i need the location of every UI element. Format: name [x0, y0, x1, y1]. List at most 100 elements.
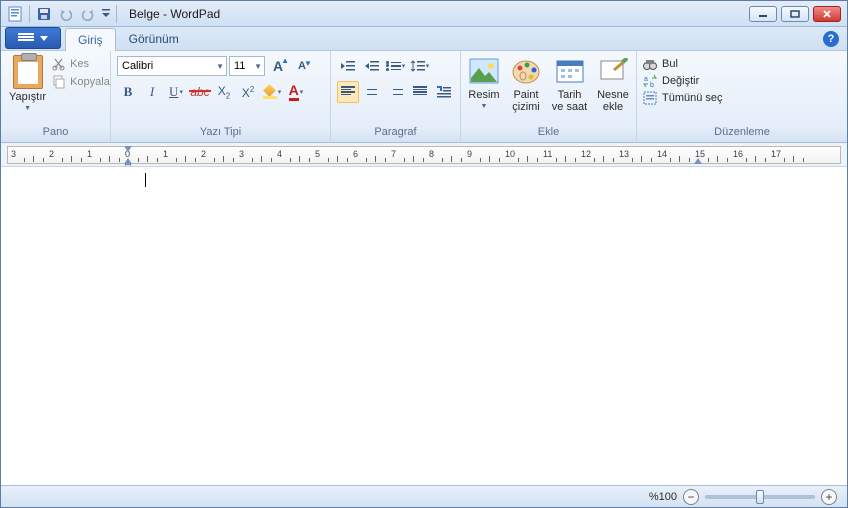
- paste-button[interactable]: Yapıştır ▼: [5, 53, 50, 114]
- undo-icon[interactable]: [56, 4, 76, 24]
- ruler-number: 3: [239, 149, 244, 159]
- insert-datetime-button[interactable]: Tarih ve saat: [549, 53, 590, 115]
- copy-button[interactable]: Kopyala: [52, 75, 110, 89]
- insert-paint-label: Paint çizimi: [509, 89, 543, 113]
- cut-button[interactable]: Kes: [52, 57, 110, 71]
- help-icon[interactable]: ?: [823, 31, 839, 47]
- zoom-slider-thumb[interactable]: [756, 490, 764, 504]
- app-icon[interactable]: [5, 4, 25, 24]
- select-all-button[interactable]: Tümünü seç: [643, 91, 723, 105]
- paragraph-dialog-button[interactable]: [433, 81, 455, 103]
- first-line-indent-marker[interactable]: [124, 146, 132, 152]
- redo-icon[interactable]: [78, 4, 98, 24]
- find-label: Bul: [662, 58, 678, 70]
- copy-icon: [52, 75, 66, 89]
- tab-home[interactable]: Giriş: [65, 28, 116, 51]
- find-button[interactable]: Bul: [643, 57, 723, 71]
- object-icon: [597, 55, 629, 87]
- bullets-button[interactable]: ▾: [385, 55, 407, 77]
- ruler-number: 14: [657, 149, 667, 159]
- replace-button[interactable]: ab Değiştir: [643, 74, 723, 88]
- align-center-button[interactable]: [361, 81, 383, 103]
- insert-picture-button[interactable]: Resim▼: [465, 53, 503, 115]
- underline-button[interactable]: U▾: [165, 81, 187, 103]
- font-color-button[interactable]: A▾: [285, 81, 307, 103]
- palette-icon: [510, 55, 542, 87]
- font-name-combo[interactable]: Calibri▼: [117, 56, 227, 76]
- align-left-button[interactable]: [337, 81, 359, 103]
- highlight-icon: [263, 85, 277, 99]
- statusbar: %100 − +: [1, 485, 847, 507]
- bold-button[interactable]: B: [117, 81, 139, 103]
- ribbon: Yapıştır ▼ Kes Kopyala Pano Calibri▼: [1, 51, 847, 143]
- subscript-button[interactable]: X2: [213, 81, 235, 103]
- ruler[interactable]: 32101234567891011121314151617: [1, 143, 847, 167]
- grow-font-button[interactable]: A▲: [267, 55, 289, 77]
- ruler-number: 2: [201, 149, 206, 159]
- font-group-label: Yazı Tipi: [115, 126, 326, 142]
- insert-datetime-label: Tarih ve saat: [551, 89, 588, 113]
- replace-label: Değiştir: [662, 75, 699, 87]
- group-insert: Resim▼ Paint çizimi Tarih ve saat Nesne …: [461, 51, 637, 142]
- replace-icon: ab: [643, 74, 657, 88]
- svg-text:a: a: [644, 76, 648, 83]
- titlebar: Belge - WordPad: [1, 1, 847, 27]
- zoom-level-label: %100: [649, 491, 677, 503]
- group-font: Calibri▼ 11▼ A▲ A▼ B I U▾ abc X2 X2 ▾ A▾…: [111, 51, 331, 142]
- ruler-number: 3: [11, 149, 16, 159]
- file-menu-button[interactable]: [5, 27, 61, 49]
- ruler-number: 7: [391, 149, 396, 159]
- increase-indent-button[interactable]: [361, 55, 383, 77]
- zoom-out-button[interactable]: −: [683, 489, 699, 505]
- insert-picture-label: Resim: [468, 89, 499, 101]
- ruler-number: 10: [505, 149, 515, 159]
- right-indent-marker[interactable]: [694, 158, 702, 164]
- tab-view[interactable]: Görünüm: [116, 27, 192, 50]
- binoculars-icon: [643, 57, 657, 71]
- editing-group-label: Düzenleme: [641, 126, 843, 142]
- ruler-number: 8: [429, 149, 434, 159]
- document-area[interactable]: [1, 167, 847, 485]
- line-spacing-button[interactable]: ▾: [409, 55, 431, 77]
- insert-object-label: Nesne ekle: [596, 89, 630, 113]
- ruler-number: 6: [353, 149, 358, 159]
- zoom-slider[interactable]: [705, 495, 815, 499]
- scissors-icon: [52, 57, 66, 71]
- window-controls: [749, 6, 847, 22]
- insert-object-button[interactable]: Nesne ekle: [594, 53, 632, 115]
- picture-icon: [468, 55, 500, 87]
- group-editing: Bul ab Değiştir Tümünü seç Düzenleme: [637, 51, 847, 142]
- qat-customize-icon[interactable]: [100, 4, 112, 24]
- calendar-icon: [554, 55, 586, 87]
- ruler-number: 4: [277, 149, 282, 159]
- ruler-number: 11: [543, 149, 552, 159]
- paragraph-group-label: Paragraf: [335, 126, 456, 142]
- ruler-number: 16: [733, 149, 743, 159]
- ruler-number: 17: [771, 149, 781, 159]
- ruler-number: 9: [467, 149, 472, 159]
- highlight-button[interactable]: ▾: [261, 81, 283, 103]
- select-all-label: Tümünü seç: [662, 92, 723, 104]
- svg-text:b: b: [650, 82, 654, 88]
- minimize-button[interactable]: [749, 6, 777, 22]
- align-right-button[interactable]: [385, 81, 407, 103]
- group-clipboard: Yapıştır ▼ Kes Kopyala Pano: [1, 51, 111, 142]
- align-justify-button[interactable]: [409, 81, 431, 103]
- quick-access-toolbar: [1, 4, 123, 24]
- insert-paint-button[interactable]: Paint çizimi: [507, 53, 545, 115]
- shrink-font-button[interactable]: A▼: [291, 55, 313, 77]
- strikethrough-button[interactable]: abc: [189, 81, 211, 103]
- superscript-button[interactable]: X2: [237, 81, 259, 103]
- zoom-in-button[interactable]: +: [821, 489, 837, 505]
- ruler-number: 2: [49, 149, 54, 159]
- paste-label: Yapıştır: [9, 91, 46, 103]
- italic-button[interactable]: I: [141, 81, 163, 103]
- insert-group-label: Ekle: [465, 126, 632, 142]
- ruler-number: 1: [87, 149, 92, 159]
- save-icon[interactable]: [34, 4, 54, 24]
- decrease-indent-button[interactable]: [337, 55, 359, 77]
- font-size-combo[interactable]: 11▼: [229, 56, 265, 76]
- maximize-button[interactable]: [781, 6, 809, 22]
- close-button[interactable]: [813, 6, 841, 22]
- select-all-icon: [643, 91, 657, 105]
